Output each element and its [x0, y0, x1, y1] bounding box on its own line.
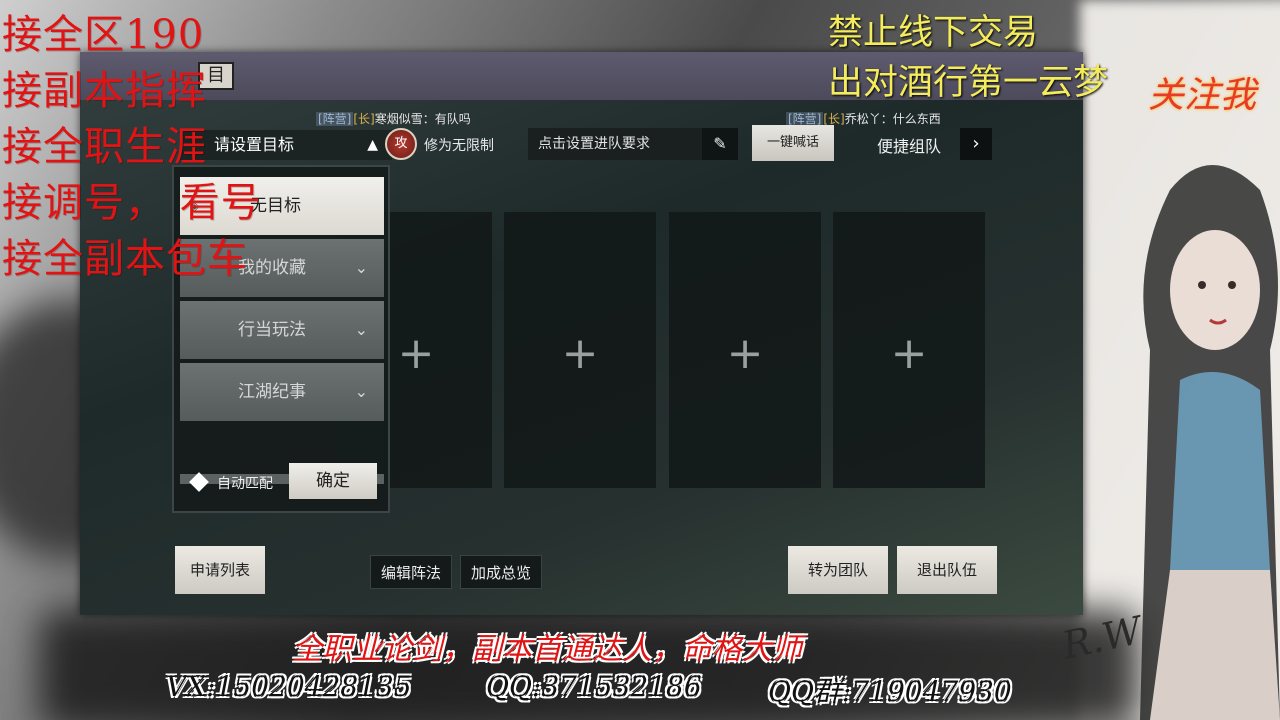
- overlay-ad-line: 接调号， 看号: [2, 180, 262, 226]
- leave-team-button[interactable]: 退出队伍: [897, 546, 997, 594]
- chevron-right-icon[interactable]: ›: [960, 128, 992, 160]
- cultivation-limit-label[interactable]: 修为无限制: [424, 135, 494, 155]
- chat-camp-tag: [阵营]: [786, 112, 824, 126]
- overlay-ad-line: 接副本指挥: [2, 68, 207, 114]
- target-select-label: 请设置目标: [214, 135, 295, 154]
- auto-match-label: 自动匹配: [217, 476, 273, 492]
- quick-team-label: 便捷组队: [877, 137, 942, 156]
- chevron-down-icon: ⌄: [354, 258, 368, 277]
- attack-badge-icon[interactable]: 攻: [385, 128, 417, 160]
- one-click-shout-button[interactable]: 一键喊话: [752, 125, 834, 161]
- chevron-down-icon: ⌄: [354, 382, 368, 401]
- overlay-ad-line: 接全区190: [2, 12, 205, 58]
- add-member-icon: +: [561, 328, 599, 379]
- dropdown-item-label: 行当玩法: [238, 320, 306, 340]
- convert-to-raid-button[interactable]: 转为团队: [788, 546, 888, 594]
- team-slot[interactable]: +: [504, 212, 656, 488]
- overlay-ad-line: 接全副本包车: [2, 236, 248, 282]
- dropdown-item-label: 江湖纪事: [238, 382, 306, 402]
- team-slot[interactable]: +: [833, 212, 985, 488]
- overlay-banner: 全职业论剑，副本首通达人，命格大师: [292, 632, 802, 667]
- confirm-button[interactable]: 确定: [289, 463, 377, 499]
- chat-text: 乔松丫：什么东西: [844, 112, 941, 126]
- game-window: 目 [阵营] [长]寒烟似雪：有队吗 [阵营] [长]乔松丫：什么东西 请设置目标 …: [80, 52, 1083, 615]
- chat-rank-tag: [长]: [823, 112, 845, 126]
- target-select[interactable]: 请设置目标 ▲: [180, 130, 392, 160]
- chat-camp-tag: [阵营]: [316, 112, 354, 126]
- brush-edit-icon[interactable]: ✎: [702, 128, 738, 160]
- add-member-icon: +: [890, 328, 928, 379]
- contact-qq: QQ:371532186: [486, 670, 702, 703]
- follow-me-tag: 关注我: [1148, 75, 1257, 116]
- chat-rank-tag: [长]: [353, 112, 375, 126]
- chevron-down-icon: ⌄: [354, 320, 368, 339]
- contact-qq-group: QQ群:719047930: [768, 675, 1012, 708]
- overlay-notice-line: 禁止线下交易: [828, 13, 1039, 53]
- add-member-icon: +: [726, 328, 764, 379]
- edit-formation-button[interactable]: 编辑阵法: [370, 555, 452, 589]
- chevron-up-icon: ▲: [367, 137, 378, 153]
- dropdown-item-gameplay[interactable]: 行当玩法 ⌄: [180, 301, 384, 359]
- apply-list-button[interactable]: 申请列表: [175, 546, 265, 594]
- bonus-overview-button[interactable]: 加成总览: [460, 555, 542, 589]
- overlay-ad-line: 接全职生涯: [2, 124, 207, 170]
- chat-message-1: [阵营] [长]寒烟似雪：有队吗: [316, 110, 471, 127]
- team-slot[interactable]: +: [669, 212, 821, 488]
- dropdown-item-label: 我的收藏: [238, 258, 306, 278]
- contact-vx: VX:15020428135: [166, 670, 412, 703]
- overlay-notice-line: 出对酒行第一云梦: [828, 63, 1109, 103]
- chat-text: 寒烟似雪：有队吗: [374, 112, 471, 126]
- character-portrait: [1140, 165, 1280, 720]
- dropdown-item-chronicles[interactable]: 江湖纪事 ⌄: [180, 363, 384, 421]
